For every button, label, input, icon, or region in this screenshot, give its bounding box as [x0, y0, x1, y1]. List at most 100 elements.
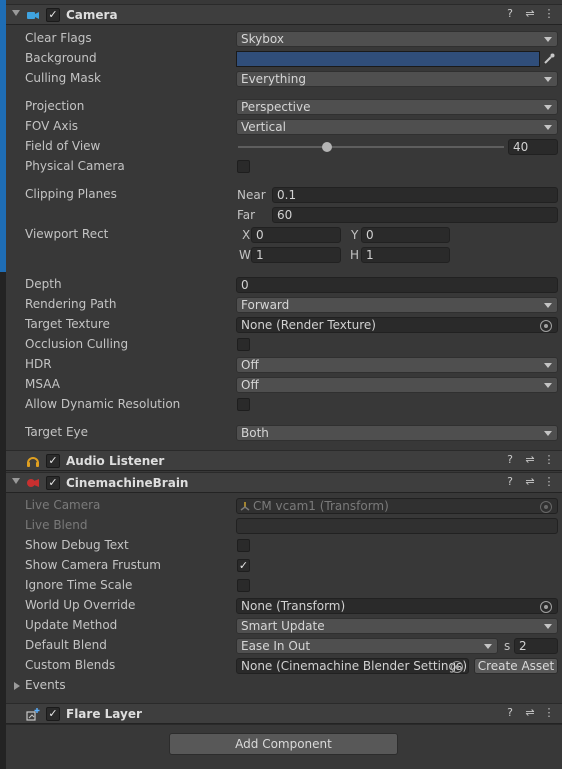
camera-icon — [27, 12, 39, 19]
hdr-dropdown[interactable]: Off — [236, 357, 558, 373]
fov-value-field[interactable]: 40 — [508, 139, 558, 155]
msaa-dropdown[interactable]: Off — [236, 377, 558, 393]
projection-row: Projection Perspective — [6, 97, 562, 117]
more-menu-icon[interactable]: ⋮ — [542, 7, 556, 21]
ignore-time-scale-checkbox[interactable] — [237, 579, 250, 592]
msaa-value: Off — [241, 378, 259, 392]
rendering-path-label: Rendering Path — [25, 297, 117, 311]
camera-component-header[interactable]: ✓ Camera ? ⇌ ⋮ — [6, 4, 562, 25]
depth-field[interactable]: 0 — [236, 277, 558, 293]
flare-layer-header[interactable]: ✓ Flare Layer ? ⇌ ⋮ — [6, 703, 562, 724]
viewport-y-field[interactable]: 0 — [361, 227, 450, 243]
viewport-x-field[interactable]: 0 — [251, 227, 341, 243]
cinemachine-brain-header[interactable]: ✓ CinemachineBrain ? ⇌ ⋮ — [6, 472, 562, 493]
near-label: Near — [237, 188, 266, 202]
custom-blends-label: Custom Blends — [25, 658, 116, 672]
blend-seconds-field[interactable]: 2 — [514, 638, 558, 654]
object-picker-icon[interactable] — [540, 601, 552, 613]
culling-mask-row: Culling Mask Everything — [6, 69, 562, 89]
physical-camera-checkbox[interactable] — [237, 160, 250, 173]
msaa-label: MSAA — [25, 377, 60, 391]
object-picker-icon — [540, 501, 552, 513]
allow-dynamic-resolution-label: Allow Dynamic Resolution — [25, 397, 181, 411]
fov-slider-track[interactable] — [238, 146, 504, 148]
more-menu-icon[interactable]: ⋮ — [542, 475, 556, 489]
near-clip-field[interactable]: 0.1 — [272, 187, 558, 203]
presets-icon[interactable]: ⇌ — [523, 706, 537, 720]
help-icon[interactable]: ? — [503, 706, 517, 720]
target-texture-label: Target Texture — [25, 317, 110, 331]
rendering-path-value: Forward — [241, 298, 290, 312]
flare-layer-icon — [26, 708, 40, 721]
field-of-view-label: Field of View — [25, 139, 101, 153]
viewport-x-label: X — [242, 228, 251, 242]
object-picker-icon[interactable] — [451, 661, 463, 673]
update-method-dropdown[interactable]: Smart Update — [236, 618, 558, 634]
physical-camera-row: Physical Camera — [6, 157, 562, 177]
object-picker-icon[interactable] — [540, 320, 552, 332]
audio-listener-title: Audio Listener — [66, 454, 165, 468]
target-texture-field[interactable]: None (Render Texture) — [236, 317, 558, 333]
help-icon[interactable]: ? — [503, 475, 517, 489]
rendering-path-row: Rendering Path Forward — [6, 295, 562, 315]
occlusion-culling-checkbox[interactable] — [237, 338, 250, 351]
viewport-h-field[interactable]: 1 — [361, 247, 450, 263]
viewport-w-label: W — [239, 248, 251, 262]
fold-arrow-icon[interactable] — [14, 682, 20, 690]
far-clip-field[interactable]: 60 — [272, 207, 558, 223]
live-camera-value: CM vcam1 (Transform) — [253, 499, 389, 513]
show-camera-frustum-label: Show Camera Frustum — [25, 558, 161, 572]
culling-mask-dropdown[interactable]: Everything — [236, 71, 558, 87]
help-icon[interactable]: ? — [503, 7, 517, 21]
background-color-swatch[interactable] — [236, 51, 540, 67]
depth-row: Depth 0 — [6, 275, 562, 295]
fov-slider-thumb[interactable] — [322, 142, 333, 152]
custom-blends-field[interactable]: None (Cinemachine Blender Settings) — [236, 658, 469, 674]
world-up-override-field[interactable]: None (Transform) — [236, 598, 558, 614]
projection-label: Projection — [25, 99, 85, 113]
allow-dynamic-resolution-checkbox[interactable] — [237, 398, 250, 411]
clear-flags-dropdown[interactable]: Skybox — [236, 31, 558, 47]
show-debug-text-checkbox[interactable] — [237, 539, 250, 552]
more-menu-icon[interactable]: ⋮ — [542, 706, 556, 720]
rendering-path-dropdown[interactable]: Forward — [236, 297, 558, 313]
create-asset-button[interactable]: Create Asset — [474, 658, 558, 674]
audio-listener-header[interactable]: ✓ Audio Listener ? ⇌ ⋮ — [6, 450, 562, 471]
add-component-button[interactable]: Add Component — [169, 733, 398, 755]
viewport-rect-label: Viewport Rect — [25, 227, 109, 241]
show-camera-frustum-checkbox[interactable]: ✓ — [237, 559, 250, 572]
presets-icon[interactable]: ⇌ — [523, 453, 537, 467]
default-blend-dropdown[interactable]: Ease In Out — [236, 638, 498, 654]
eyedropper-icon[interactable] — [542, 52, 556, 66]
fold-arrow-icon[interactable] — [12, 478, 20, 484]
projection-dropdown[interactable]: Perspective — [236, 99, 558, 115]
custom-blends-row: Custom Blends None (Cinemachine Blender … — [6, 656, 562, 676]
camera-enabled-checkbox[interactable]: ✓ — [46, 8, 60, 22]
audio-listener-enabled-checkbox[interactable]: ✓ — [46, 454, 60, 468]
cinemachine-brain-enabled-checkbox[interactable]: ✓ — [46, 476, 60, 490]
projection-value: Perspective — [241, 100, 311, 114]
more-menu-icon[interactable]: ⋮ — [542, 453, 556, 467]
divider — [6, 724, 562, 725]
target-eye-dropdown[interactable]: Both — [236, 425, 558, 441]
presets-icon[interactable]: ⇌ — [523, 475, 537, 489]
presets-icon[interactable]: ⇌ — [523, 7, 537, 21]
culling-mask-value: Everything — [241, 72, 306, 86]
fov-axis-label: FOV Axis — [25, 119, 79, 133]
default-blend-label: Default Blend — [25, 638, 107, 652]
target-eye-row: Target Eye Both — [6, 423, 562, 443]
events-row[interactable]: Events — [6, 676, 562, 696]
fov-axis-dropdown[interactable]: Vertical — [236, 119, 558, 135]
blend-seconds-label: s — [504, 639, 511, 653]
fold-arrow-icon[interactable] — [12, 10, 20, 16]
cinemachine-brain-title: CinemachineBrain — [66, 476, 189, 490]
chevron-down-icon — [544, 363, 552, 368]
live-blend-field — [236, 518, 558, 534]
viewport-rect-xy-row: Viewport Rect X 0 Y 0 — [6, 225, 562, 245]
flare-layer-enabled-checkbox[interactable]: ✓ — [46, 707, 60, 721]
help-icon[interactable]: ? — [503, 453, 517, 467]
world-up-override-value: None (Transform) — [241, 599, 346, 613]
inspector-panel: ✓ Camera ? ⇌ ⋮ Clear Flags Skybox Backgr… — [6, 0, 562, 769]
viewport-w-field[interactable]: 1 — [251, 247, 341, 263]
hdr-value: Off — [241, 358, 259, 372]
